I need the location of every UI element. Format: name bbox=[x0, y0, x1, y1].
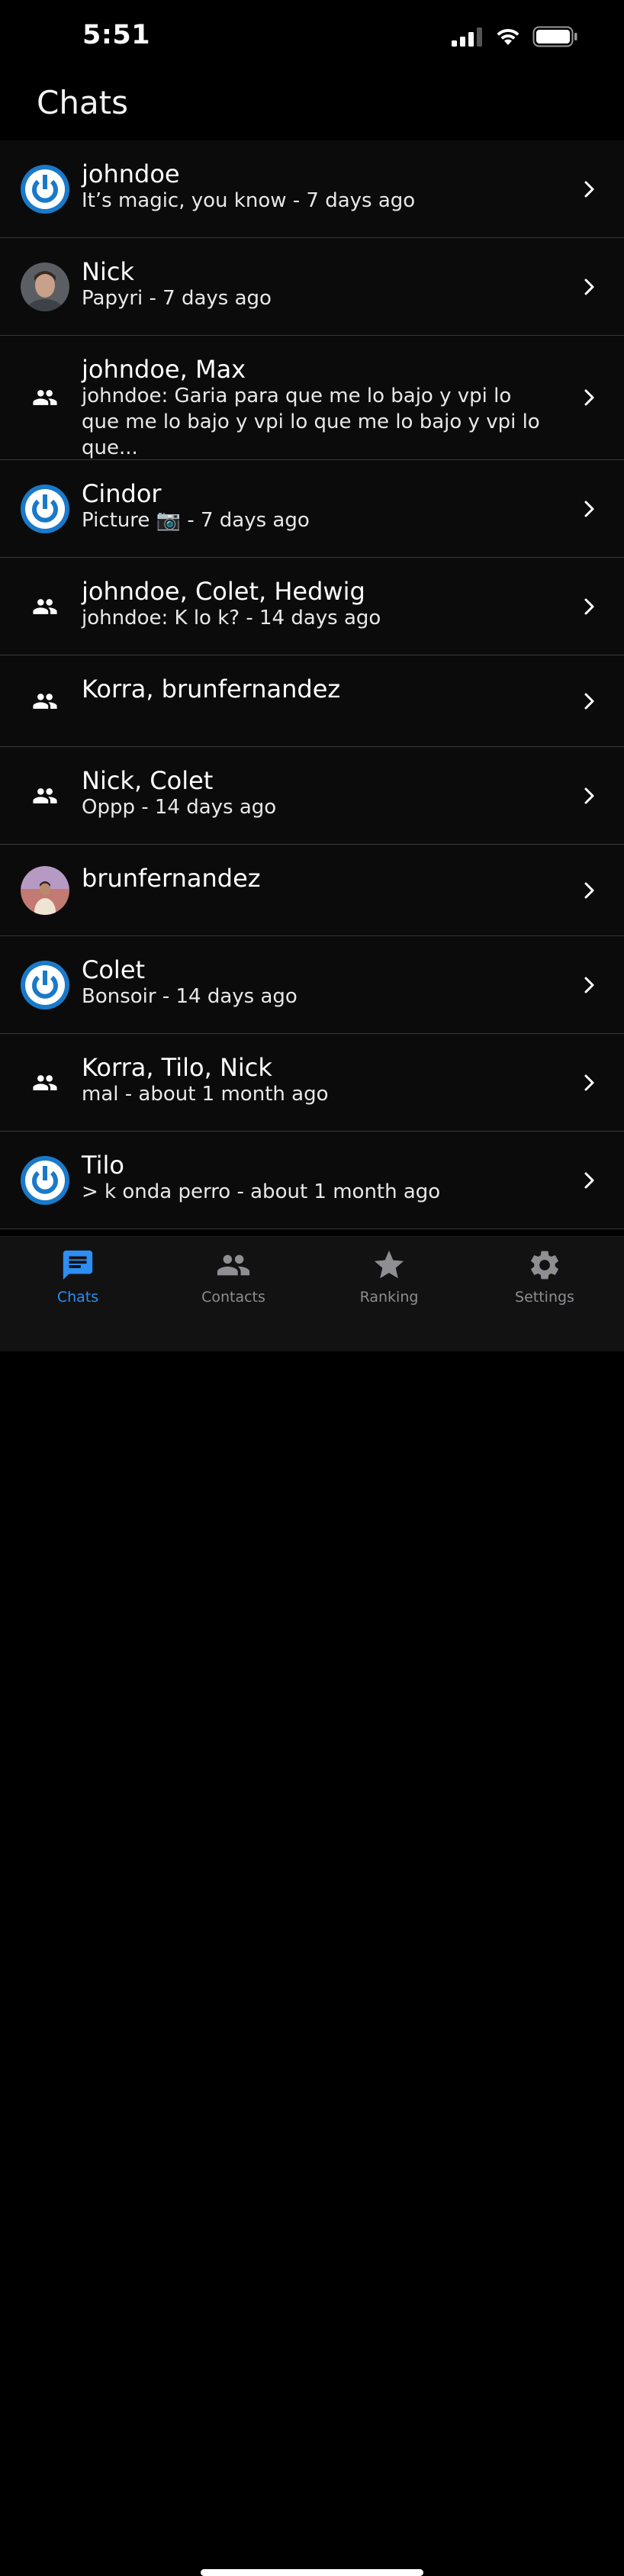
wifi-icon bbox=[497, 28, 519, 45]
chat-last-message: johndoe: K lo k? - 14 days ago bbox=[82, 607, 381, 630]
avatar bbox=[21, 373, 69, 422]
chat-name: Tilo bbox=[82, 1151, 124, 1180]
avatar bbox=[21, 1058, 69, 1107]
group-icon bbox=[33, 390, 57, 405]
chat-row[interactable]: Nick, Colet Oppp - 14 days ago bbox=[0, 747, 624, 845]
chat-last-message: Picture 📷 - 7 days ago bbox=[82, 509, 310, 532]
chat-last-message: > k onda perro - about 1 month ago bbox=[82, 1180, 441, 1203]
tab-contacts[interactable]: Contacts bbox=[157, 1248, 310, 1306]
chat-name: johndoe, Max bbox=[82, 355, 246, 384]
chat-row[interactable]: Cindor Picture 📷 - 7 days ago bbox=[0, 460, 624, 558]
chat-row[interactable]: johndoe It’s magic, you know - 7 days ago bbox=[0, 140, 624, 238]
contacts-icon bbox=[217, 1254, 250, 1276]
chevron-right-icon bbox=[583, 595, 598, 618]
power-logo-icon bbox=[21, 961, 69, 1009]
chevron-right-icon bbox=[583, 1169, 598, 1192]
power-logo-icon bbox=[21, 165, 69, 214]
chevron-right-icon bbox=[583, 178, 598, 201]
avatar bbox=[21, 866, 69, 915]
group-icon bbox=[33, 788, 57, 803]
chat-name: johndoe bbox=[82, 159, 180, 188]
chat-icon bbox=[63, 1250, 93, 1280]
chat-last-message: It’s magic, you know - 7 days ago bbox=[82, 189, 416, 212]
chat-last-message: Bonsoir - 14 days ago bbox=[82, 985, 298, 1008]
group-icon bbox=[33, 599, 57, 614]
star-icon bbox=[374, 1250, 404, 1279]
chat-name: johndoe, Colet, Hedwig bbox=[82, 577, 365, 606]
group-icon bbox=[33, 1075, 57, 1090]
header: Chats bbox=[0, 73, 624, 141]
chat-row[interactable]: Colet Bonsoir - 14 days ago bbox=[0, 936, 624, 1034]
avatar bbox=[21, 1156, 69, 1205]
status-time: 5:51 bbox=[82, 20, 151, 50]
tab-label-contacts: Contacts bbox=[201, 1289, 265, 1306]
avatar bbox=[21, 771, 69, 820]
chat-name: Korra, Tilo, Nick bbox=[82, 1053, 272, 1082]
chat-row[interactable]: johndoe, Max johndoe: Garia para que me l… bbox=[0, 336, 624, 460]
chat-last-message: johndoe: Garia para que me lo bajo y vpi… bbox=[82, 385, 540, 459]
chat-name: Nick, Colet bbox=[82, 766, 214, 795]
power-logo-icon bbox=[21, 1156, 69, 1205]
avatar bbox=[21, 262, 69, 311]
chat-row[interactable]: johndoe, Colet, Hedwig johndoe: K lo k? -… bbox=[0, 558, 624, 655]
chevron-right-icon bbox=[583, 690, 598, 713]
chat-last-message: Oppp - 14 days ago bbox=[82, 796, 277, 819]
chat-name: Cindor bbox=[82, 479, 162, 508]
tab-label-ranking: Ranking bbox=[359, 1289, 419, 1306]
tab-label-settings: Settings bbox=[515, 1289, 574, 1306]
chat-last-message: mal - about 1 month ago bbox=[82, 1083, 329, 1106]
home-indicator[interactable] bbox=[201, 2569, 423, 2576]
chat-row[interactable]: Nick Papyri - 7 days ago bbox=[0, 238, 624, 336]
page-title: Chats bbox=[37, 84, 129, 121]
group-icon bbox=[33, 694, 57, 709]
chevron-right-icon bbox=[583, 386, 598, 409]
status-icons bbox=[450, 26, 578, 47]
chat-last-message: Papyri - 7 days ago bbox=[82, 287, 272, 310]
power-logo-icon bbox=[21, 485, 69, 533]
chevron-right-icon bbox=[583, 879, 598, 902]
tab-settings[interactable]: Settings bbox=[468, 1248, 621, 1306]
gear-icon bbox=[531, 1251, 558, 1280]
avatar-photo bbox=[21, 262, 69, 311]
chat-name: Korra, brunfernandez bbox=[82, 675, 341, 704]
chat-name: Nick bbox=[82, 257, 134, 286]
chat-list[interactable]: johndoe It’s magic, you know - 7 days ago… bbox=[0, 140, 624, 1229]
tab-label-chats: Chats bbox=[56, 1289, 99, 1306]
chevron-right-icon bbox=[583, 275, 598, 298]
chevron-right-icon bbox=[583, 974, 598, 997]
chat-name: Colet bbox=[82, 955, 146, 984]
signal-icon bbox=[452, 27, 482, 47]
status-bar: 5:51 bbox=[0, 0, 624, 73]
avatar bbox=[21, 582, 69, 631]
avatar bbox=[21, 485, 69, 533]
chevron-right-icon bbox=[583, 784, 598, 807]
avatar bbox=[21, 165, 69, 214]
chevron-right-icon bbox=[583, 497, 598, 520]
chat-row[interactable]: Korra, Tilo, Nick mal - about 1 month ago bbox=[0, 1034, 624, 1132]
chat-row[interactable]: brunfernandez bbox=[0, 845, 624, 936]
tab-chats[interactable]: Chats bbox=[2, 1248, 154, 1306]
chat-row[interactable]: Tilo > k onda perro - about 1 month ago bbox=[0, 1132, 624, 1229]
battery-icon bbox=[532, 26, 577, 47]
chat-name: brunfernandez bbox=[82, 864, 261, 893]
tab-ranking[interactable]: Ranking bbox=[313, 1248, 465, 1306]
avatar bbox=[21, 677, 69, 726]
avatar bbox=[21, 961, 69, 1009]
chat-row[interactable]: Korra, brunfernandez bbox=[0, 655, 624, 747]
avatar-photo bbox=[21, 866, 69, 915]
chevron-right-icon bbox=[583, 1071, 598, 1094]
tab-bar: Chats Contacts Ranking Settings bbox=[0, 1236, 624, 2576]
